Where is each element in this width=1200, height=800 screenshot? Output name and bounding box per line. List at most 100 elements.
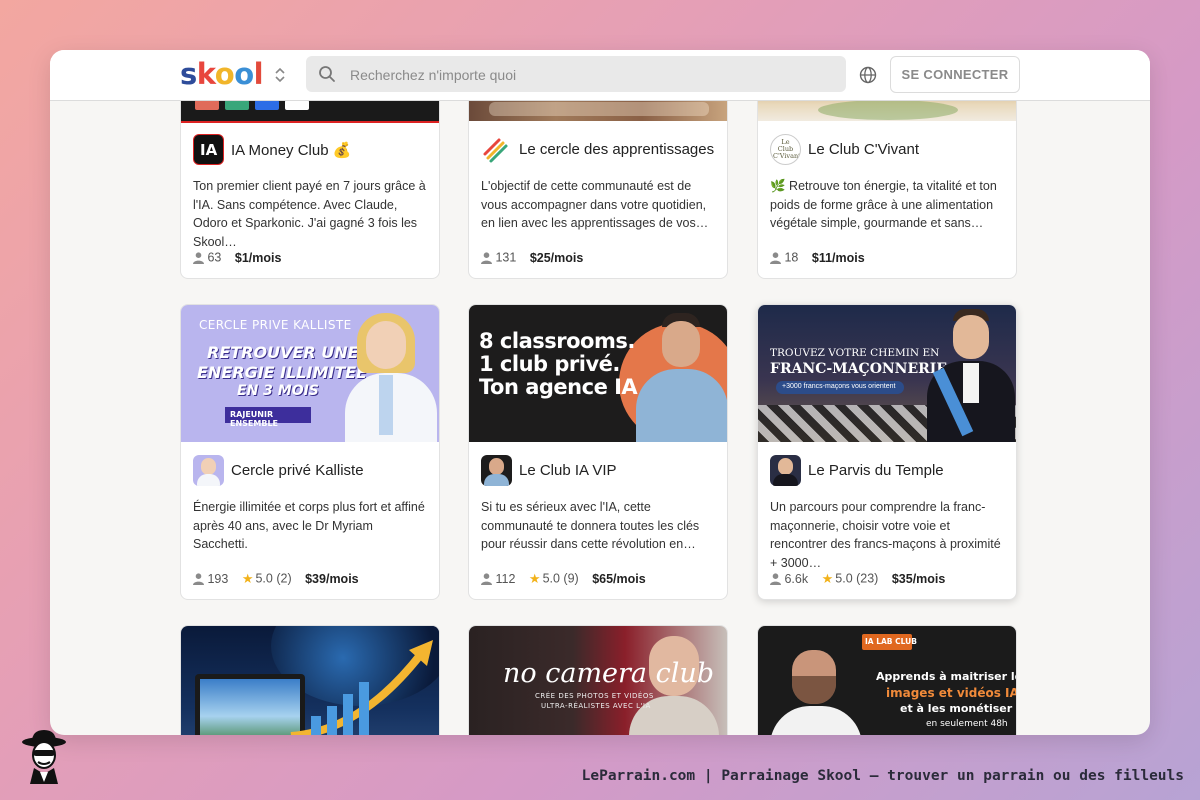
community-description: Ton premier client payé en 7 jours grâce… xyxy=(193,179,426,249)
rating: 5.0 (23) xyxy=(835,572,879,586)
banner-text: Ton agence IA xyxy=(479,375,638,399)
community-meta: 112 ★ 5.0 (9) $65/mois xyxy=(481,571,717,587)
banner-portrait xyxy=(758,636,873,735)
globe-icon[interactable] xyxy=(858,65,878,85)
banner-text: RAJEUNIR ENSEMBLE xyxy=(230,410,279,428)
card-header: Le Parvis du Temple xyxy=(770,455,1006,487)
banner-pill: +3000 francs-maçons vous orientent xyxy=(776,381,904,394)
banner-text: images et vidéos IA xyxy=(886,686,1017,700)
card-banner: IA LAB CLUB Apprends à maitriser les ima… xyxy=(758,626,1017,735)
star-icon: ★ xyxy=(821,571,834,586)
pencils-icon xyxy=(483,138,508,163)
community-name[interactable]: IA Money Club 💰 xyxy=(231,141,351,159)
banner-text: CERCLE PRIVE KALLISTE xyxy=(199,318,352,332)
banner-text: EN 3 MOIS xyxy=(237,383,319,399)
community-card[interactable] xyxy=(180,625,440,735)
banner-text: no camera club xyxy=(503,658,715,689)
members-icon xyxy=(481,573,492,585)
members-icon xyxy=(193,573,204,585)
member-count: 131 xyxy=(495,250,517,265)
member-count: 6.6k xyxy=(784,572,809,586)
banner-text: en seulement 48h xyxy=(926,719,1008,729)
banner-text: 8 classrooms. xyxy=(479,329,635,353)
community-meta: 6.6k ★ 5.0 (23) $35/mois xyxy=(770,571,1006,587)
member-count: 193 xyxy=(207,572,229,586)
member-count: 63 xyxy=(207,250,222,265)
community-card[interactable]: 8 classrooms. 1 club privé. Ton agence I… xyxy=(468,304,728,600)
community-card[interactable]: CERCLE PRIVE KALLISTE RETROUVER UNE ENER… xyxy=(180,304,440,600)
community-name[interactable]: Le cercle des apprentissages xyxy=(519,141,714,158)
footer-caption: LeParrain.com | Parrainage Skool — trouv… xyxy=(581,768,1184,784)
members-icon xyxy=(770,252,781,264)
banner-text: +3000 francs-maçons vous orientent xyxy=(782,383,896,390)
banner-tag: RAJEUNIR ENSEMBLE xyxy=(225,407,311,428)
skool-logo[interactable]: skool xyxy=(180,56,264,92)
price: $35/mois xyxy=(891,572,946,586)
card-header: IA IA Money Club 💰 xyxy=(193,134,429,166)
card-header: Le cercle des apprentissages xyxy=(481,134,717,166)
banner-text: et à les monétiser xyxy=(900,702,1013,715)
banner-text: CRÉE DES PHOTOS ET VIDÉOS xyxy=(535,692,654,700)
search-bar[interactable] xyxy=(306,56,846,94)
card-banner: TROUVEZ VOTRE CHEMIN EN FRANC-MAÇONNERIE… xyxy=(758,305,1016,442)
top-bar: skool SE CONNECTER xyxy=(50,50,1150,101)
community-name[interactable]: Le Club C'Vivant xyxy=(808,141,919,158)
card-header: Le Club C'Vivant Le Club C'Vivant xyxy=(770,134,1006,166)
community-meta: 18 $11/mois xyxy=(770,250,1006,266)
community-card[interactable]: TROUVEZ VOTRE CHEMIN EN FRANC-MAÇONNERIE… xyxy=(757,304,1017,600)
community-avatar: Le Club C'Vivant xyxy=(770,134,801,165)
mascot-logo xyxy=(22,730,66,784)
community-name[interactable]: Le Club IA VIP xyxy=(519,462,617,479)
price: $25/mois xyxy=(529,250,584,265)
browser-window: IA IA Money Club 💰 Ton premier client pa… xyxy=(50,50,1150,735)
banner-text: 1 club privé. xyxy=(479,352,620,376)
banner-portrait xyxy=(923,305,1016,442)
community-description: Énergie illimitée et corps plus fort et … xyxy=(193,500,425,552)
community-card[interactable]: IA LAB CLUB Apprends à maitriser les ima… xyxy=(757,625,1017,735)
community-card[interactable]: Le cercle des apprentissages L'objectif … xyxy=(468,79,728,279)
rating: 5.0 (2) xyxy=(255,572,292,586)
community-avatar xyxy=(481,455,512,486)
card-header: Cercle privé Kalliste xyxy=(193,455,429,487)
community-card[interactable]: no camera club CRÉE DES PHOTOS ET VIDÉOS… xyxy=(468,625,728,735)
community-meta: 131 $25/mois xyxy=(481,250,717,266)
community-description: 🌿 Retrouve ton énergie, ta vitalité et t… xyxy=(770,179,997,231)
star-icon: ★ xyxy=(241,571,254,586)
price: $39/mois xyxy=(305,572,359,586)
community-card[interactable]: IA IA Money Club 💰 Ton premier client pa… xyxy=(180,79,440,279)
search-icon xyxy=(319,66,335,82)
login-button[interactable]: SE CONNECTER xyxy=(890,56,1020,93)
community-avatar xyxy=(481,134,512,165)
card-banner: CERCLE PRIVE KALLISTE RETROUVER UNE ENER… xyxy=(181,305,439,442)
community-meta: 63 $1/mois xyxy=(193,250,429,266)
members-icon xyxy=(193,252,204,264)
community-description: Si tu es sérieux avec l'IA, cette commun… xyxy=(481,500,700,552)
avatar-text: IA xyxy=(200,141,218,159)
community-name[interactable]: Le Parvis du Temple xyxy=(808,462,944,479)
banner-text: IA LAB CLUB xyxy=(865,637,917,646)
community-card[interactable]: Le Club C'Vivant Le Club C'Vivant 🌿 Retr… xyxy=(757,79,1017,279)
card-banner xyxy=(181,626,439,735)
search-input[interactable] xyxy=(348,56,832,94)
price: $65/mois xyxy=(592,572,646,586)
community-avatar: IA xyxy=(193,134,224,165)
growth-arrow-icon xyxy=(290,640,433,735)
member-count: 18 xyxy=(784,250,799,265)
banner-text: ULTRA-RÉALISTES AVEC L'IA xyxy=(541,702,651,710)
member-count: 112 xyxy=(495,572,516,586)
card-banner: no camera club CRÉE DES PHOTOS ET VIDÉOS… xyxy=(469,626,727,735)
community-avatar xyxy=(770,455,801,486)
banner-text: Apprends à maitriser les xyxy=(876,670,1017,683)
banner-badge: IA LAB CLUB xyxy=(862,634,917,650)
banner-portrait xyxy=(634,305,727,442)
avatar-text: Le Club C'Vivant xyxy=(773,138,801,160)
star-icon: ★ xyxy=(528,571,541,586)
banner-portrait xyxy=(339,305,439,442)
rating: 5.0 (9) xyxy=(542,572,579,586)
community-description: L'objectif de cette communauté est de vo… xyxy=(481,179,709,231)
community-description: Un parcours pour comprendre la franc-maç… xyxy=(770,500,1001,570)
community-switcher-icon[interactable] xyxy=(273,65,287,85)
community-name[interactable]: Cercle privé Kalliste xyxy=(231,462,364,479)
community-meta: 193 ★ 5.0 (2) $39/mois xyxy=(193,571,429,587)
banner-text: RETROUVER UNE xyxy=(207,343,359,362)
